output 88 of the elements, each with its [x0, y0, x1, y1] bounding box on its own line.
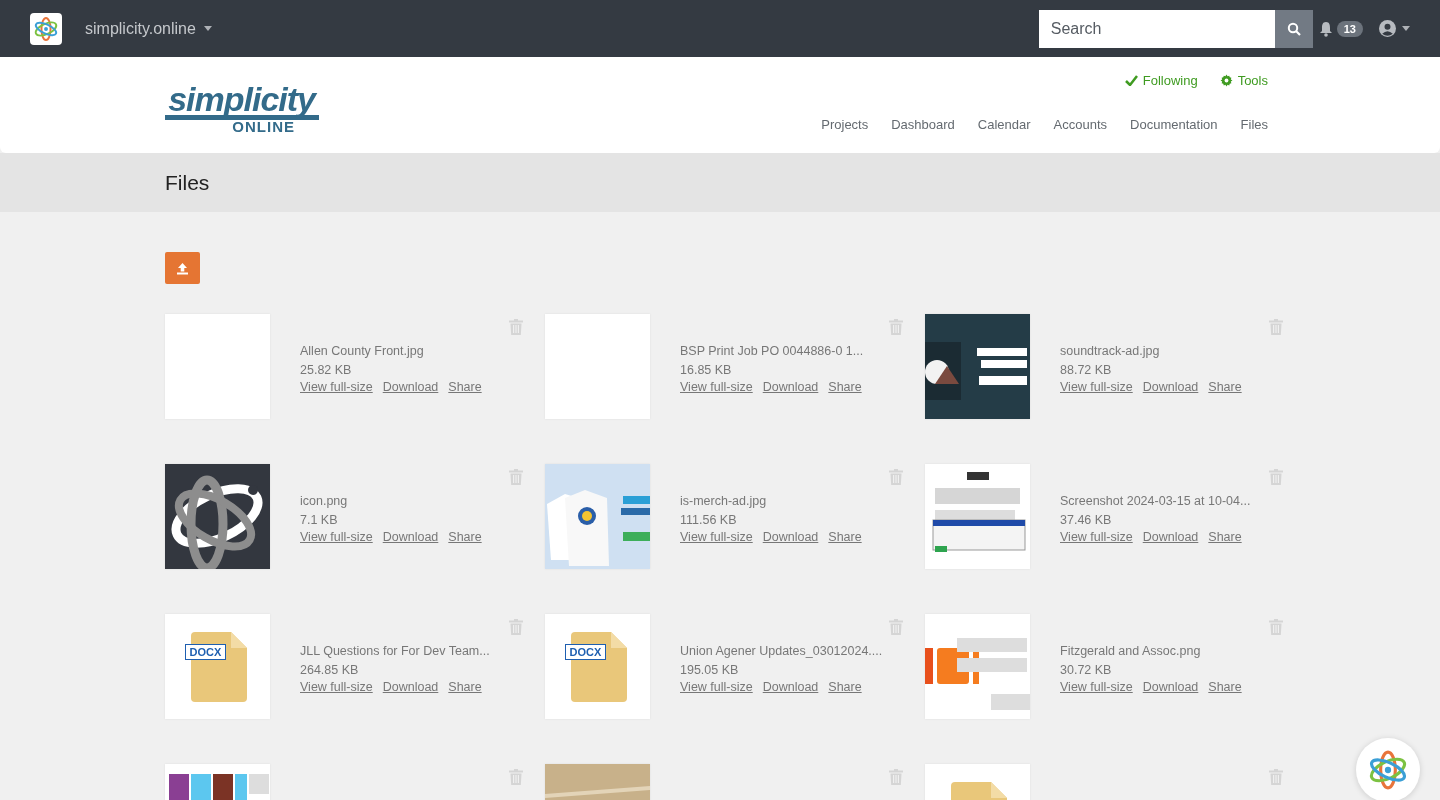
trash-icon[interactable] [509, 769, 523, 785]
file-size: 195.05 KB [680, 662, 740, 679]
search-field[interactable]: Search [1038, 9, 1275, 48]
file-action-link[interactable]: Share [448, 380, 482, 394]
file-name: BSP Print Job PO 0044886-0 1... [680, 343, 865, 360]
file-size: 16.85 KB [680, 362, 733, 379]
trash-icon[interactable] [889, 469, 903, 485]
file-action-link[interactable]: Share [1208, 680, 1242, 694]
nav-link[interactable]: Projects [821, 117, 869, 132]
file-size: 30.72 KB [1060, 662, 1113, 679]
file-name: soundtrack-ad.jpg [1060, 343, 1161, 360]
logo-subtext: ONLINE [232, 120, 295, 134]
file-action-link[interactable]: View full-size [300, 530, 373, 544]
file-size: 264.85 KB [300, 662, 360, 679]
nav-link[interactable]: Dashboard [891, 117, 955, 132]
notification-count: 13 [1336, 20, 1363, 37]
header-action-link[interactable]: Following [1124, 73, 1198, 88]
file-action-link[interactable]: View full-size [680, 530, 753, 544]
file-name: is-merch-ad.jpg [680, 493, 768, 510]
help-button[interactable] [1356, 738, 1420, 800]
settings-icon [1219, 74, 1233, 87]
upload-button[interactable] [165, 252, 200, 284]
trash-icon[interactable] [509, 619, 523, 635]
nav-link[interactable]: Accounts [1053, 117, 1108, 132]
file-name: Allen County Front.jpg [300, 343, 425, 360]
search-button[interactable] [1274, 9, 1313, 48]
file-action-link[interactable]: Download [762, 530, 819, 544]
file-action-link[interactable]: View full-size [300, 680, 373, 694]
user-menu[interactable] [1379, 20, 1410, 37]
file-action-link[interactable]: Download [382, 530, 439, 544]
trash-icon[interactable] [1269, 469, 1283, 485]
trash-icon[interactable] [889, 769, 903, 785]
nav-link[interactable]: Files [1240, 117, 1268, 132]
atom-logo-icon [1367, 749, 1409, 791]
file-action-link[interactable]: Share [1208, 380, 1242, 394]
trash-icon[interactable] [509, 319, 523, 335]
page-title: Files [165, 170, 210, 195]
file-action-link[interactable]: Download [1142, 380, 1199, 394]
document-icon [190, 631, 247, 702]
trash-icon[interactable] [1269, 619, 1283, 635]
file-action-link[interactable]: Share [448, 680, 482, 694]
atom-logo-icon [33, 15, 59, 42]
search-icon [1286, 21, 1301, 36]
logo[interactable]: simplicity ONLINE [165, 57, 319, 153]
check-icon [1124, 75, 1138, 86]
file-action-link[interactable]: Download [382, 380, 439, 394]
logo-text: simplicity [165, 83, 319, 120]
file-type-label: DOCX [184, 643, 227, 660]
trash-icon[interactable] [509, 469, 523, 485]
file-size: 88.72 KB [1060, 362, 1113, 379]
nav-link[interactable]: Documentation [1130, 117, 1218, 132]
file-name: Union Agener Updates_03012024.... [680, 643, 884, 660]
file-action-link[interactable]: View full-size [680, 380, 753, 394]
file-action-link[interactable]: View full-size [680, 680, 753, 694]
file-action-link[interactable]: Share [828, 380, 862, 394]
file-action-link[interactable]: Share [448, 530, 482, 544]
file-action-link[interactable]: Share [1208, 530, 1242, 544]
file-action-link[interactable]: Download [382, 680, 439, 694]
file-action-link[interactable]: Share [828, 530, 862, 544]
trash-icon[interactable] [1269, 769, 1283, 785]
header-action-link[interactable]: Tools [1219, 73, 1268, 88]
file-size: 37.46 KB [1060, 512, 1113, 529]
file-size: 111.56 KB [680, 512, 738, 529]
site-switcher[interactable]: simplicity.online [85, 19, 212, 38]
file-name: Fitzgerald and Assoc.png [1060, 643, 1202, 660]
file-type-label: DOCX [564, 643, 607, 660]
trash-icon[interactable] [889, 319, 903, 335]
file-action-link[interactable]: View full-size [300, 380, 373, 394]
trash-icon[interactable] [889, 619, 903, 635]
file-action-link[interactable]: View full-size [1060, 530, 1133, 544]
nav-link[interactable]: Calendar [977, 117, 1031, 132]
trash-icon[interactable] [1269, 319, 1283, 335]
file-name: Screenshot 2024-03-15 at 10-04... [1060, 493, 1252, 510]
file-size: 25.82 KB [300, 362, 353, 379]
file-size: 7.1 KB [300, 512, 339, 529]
file-action-link[interactable]: Download [762, 380, 819, 394]
file-name: JLL Questions for For Dev Team... [300, 643, 491, 660]
file-action-link[interactable]: Download [762, 680, 819, 694]
file-action-link[interactable]: Download [1142, 680, 1199, 694]
upload-icon [176, 261, 189, 275]
document-icon [570, 631, 627, 702]
file-action-link[interactable]: Share [828, 680, 862, 694]
file-action-link[interactable]: Download [1142, 530, 1199, 544]
file-name: icon.png [300, 493, 349, 510]
bell-icon[interactable] [1318, 20, 1333, 37]
file-action-link[interactable]: View full-size [1060, 380, 1133, 394]
user-icon [1379, 20, 1396, 37]
file-action-link[interactable]: View full-size [1060, 680, 1133, 694]
